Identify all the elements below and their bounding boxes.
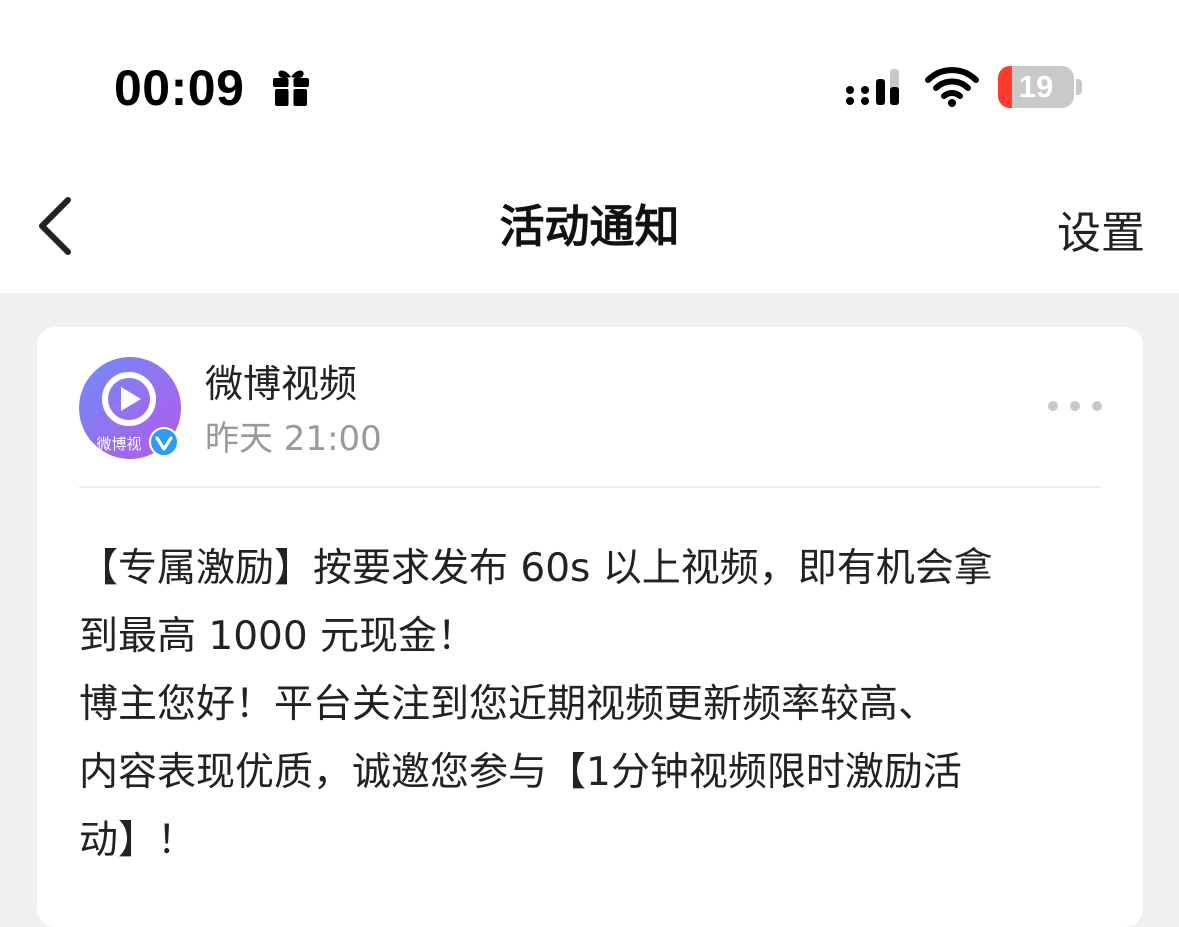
message-line: 博主您好！平台关注到您近期视频更新频率较高、 <box>79 682 938 727</box>
battery-icon: 19 <box>998 66 1084 110</box>
avatar-label: 微博视 <box>96 435 141 453</box>
verified-icon <box>149 427 179 457</box>
wifi-icon <box>925 67 979 107</box>
gift-icon <box>273 70 309 106</box>
sender-name[interactable]: 微博视频 <box>205 361 357 407</box>
navigation-bar: 活动通知 设置 <box>0 160 1179 293</box>
page-title: 活动通知 <box>499 200 680 253</box>
message-body: 【专属激励】按要求发布 60s 以上视频，即有机会拿 到最高 1000 元现金！… <box>79 535 1089 875</box>
status-time: 00:09 <box>114 60 245 116</box>
status-bar: 00:09 19 <box>0 0 1179 160</box>
message-line: 动】！ <box>79 818 197 863</box>
more-options-icon[interactable] <box>1045 391 1105 421</box>
message-line: 【专属激励】按要求发布 60s 以上视频，即有机会拿 <box>79 546 993 591</box>
signal-icon <box>846 69 899 105</box>
message-line: 内容表现优质，诚邀您参与【1分钟视频限时激励活 <box>79 750 962 795</box>
battery-level: 19 <box>1018 69 1054 104</box>
settings-button[interactable]: 设置 <box>1057 208 1145 260</box>
divider <box>79 486 1101 488</box>
notification-card: 微博视 微博视频 昨天 21:00 【专属激励】按要求发布 60s 以上视频，即… <box>37 327 1143 927</box>
message-line: 到最高 1000 元现金！ <box>79 614 477 659</box>
sender-time: 昨天 21:00 <box>205 419 382 459</box>
